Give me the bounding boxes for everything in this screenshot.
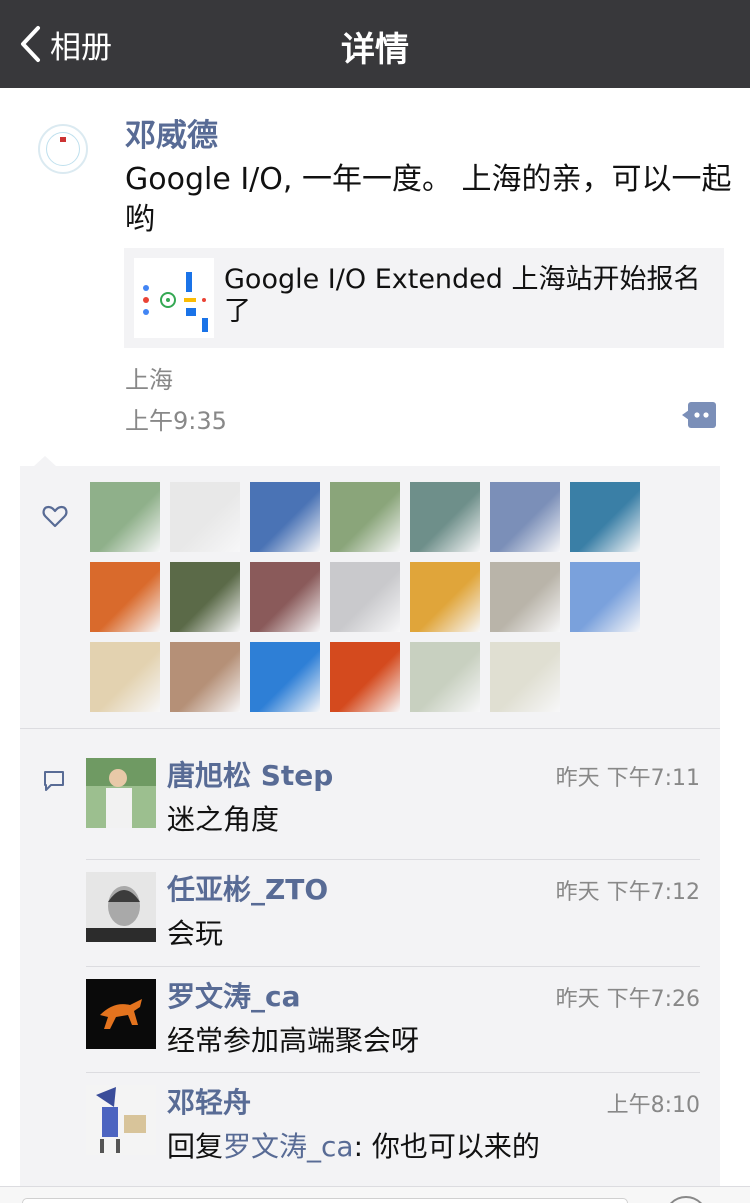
liker-avatar[interactable]	[570, 562, 640, 632]
comment-text: 回复罗文涛_ca: 你也可以来的	[167, 1125, 540, 1165]
page-title: 详情	[341, 30, 409, 70]
commenter-avatar[interactable]	[86, 872, 156, 942]
liker-avatar[interactable]	[490, 482, 560, 552]
liker-avatar[interactable]	[250, 562, 320, 632]
avatar-flag-icon	[60, 137, 66, 142]
post-text: Google I/O, 一年一度。 上海的亲，可以一起哟	[125, 162, 732, 237]
avatar-photo	[86, 872, 156, 942]
reply-prefix: 回复	[167, 1130, 224, 1163]
reply-text: : 你也可以来的	[353, 1130, 540, 1163]
commenter-avatar[interactable]	[86, 1085, 156, 1155]
liker-avatar[interactable]	[250, 482, 320, 552]
avatar-photo	[86, 979, 156, 1049]
liker-avatar[interactable]	[90, 642, 160, 712]
liker-avatar[interactable]	[490, 642, 560, 712]
heart-icon	[42, 505, 68, 528]
comment-time: 上午8:10	[606, 1093, 700, 1118]
link-thumbnail	[134, 258, 214, 338]
shared-link-card[interactable]: Google I/O Extended 上海站开始报名了	[124, 248, 724, 348]
liker-avatar[interactable]	[410, 562, 480, 632]
comment-text: 经常参加高端聚会呀	[167, 1024, 420, 1057]
nav-bar: 相册 详情	[0, 0, 750, 88]
more-dots-icon	[682, 402, 716, 428]
comment-time: 昨天 下午7:12	[555, 880, 700, 905]
liker-avatar[interactable]	[490, 562, 560, 632]
liker-avatar[interactable]	[330, 642, 400, 712]
commenter-avatar[interactable]	[86, 979, 156, 1049]
liker-avatar[interactable]	[90, 562, 160, 632]
liker-avatar[interactable]	[90, 482, 160, 552]
comment-input[interactable]	[22, 1198, 628, 1203]
reply-to-name[interactable]: 罗文涛_ca	[223, 1130, 354, 1163]
liker-avatar[interactable]	[410, 642, 480, 712]
comment-divider	[86, 966, 700, 967]
liker-avatar[interactable]	[410, 482, 480, 552]
commenter-name[interactable]: 唐旭松 Step	[167, 754, 333, 794]
liker-avatar[interactable]	[170, 642, 240, 712]
commenter-avatar[interactable]	[86, 758, 156, 828]
avatar-photo	[86, 758, 156, 828]
poster-avatar[interactable]	[38, 124, 88, 174]
comment-time: 昨天 下午7:11	[555, 766, 700, 791]
post-time: 上午9:35	[125, 407, 227, 435]
commenter-name[interactable]: 邓轻舟	[167, 1081, 251, 1121]
comment-icon	[44, 771, 64, 791]
comment-time: 昨天 下午7:26	[555, 987, 700, 1012]
liker-avatar[interactable]	[170, 562, 240, 632]
comment-text: 迷之角度	[167, 803, 280, 836]
link-title: Google I/O Extended 上海站开始报名了	[224, 264, 701, 327]
post-location[interactable]: 上海	[125, 360, 173, 395]
liker-avatar[interactable]	[570, 482, 640, 552]
comment-divider	[86, 1072, 700, 1073]
liker-avatar[interactable]	[170, 482, 240, 552]
liker-avatar[interactable]	[330, 482, 400, 552]
comment-text: 会玩	[167, 917, 224, 950]
comment-divider	[86, 859, 700, 860]
commenter-name[interactable]: 罗文涛_ca	[167, 975, 301, 1015]
commenter-name[interactable]: 任亚彬_ZTO	[167, 868, 328, 908]
poster-name[interactable]: 邓威德	[125, 110, 218, 155]
liker-avatar[interactable]	[250, 642, 320, 712]
likes-comments-divider	[20, 728, 720, 729]
google-io-logo-icon	[143, 272, 208, 332]
liker-avatar[interactable]	[330, 562, 400, 632]
avatar-photo	[86, 1085, 156, 1155]
comment-like-menu-button[interactable]	[682, 402, 716, 428]
